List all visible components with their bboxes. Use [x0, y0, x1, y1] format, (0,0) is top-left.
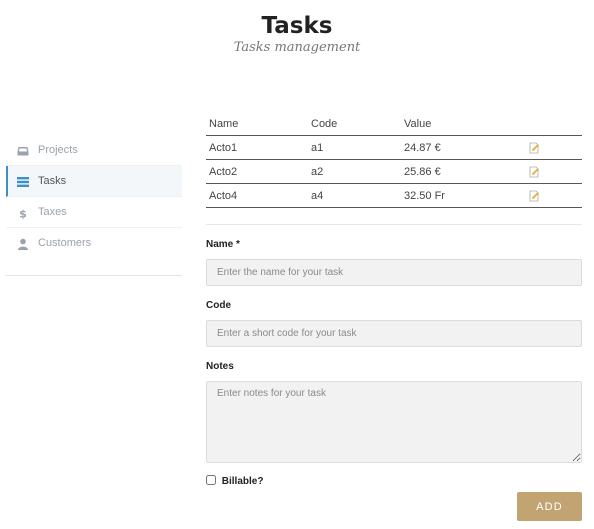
- sidebar-item-projects[interactable]: Projects: [6, 135, 182, 166]
- sidebar-item-label: Tasks: [38, 175, 67, 187]
- cell-code: a2: [308, 159, 401, 184]
- sidebar-item-label: Customers: [38, 237, 92, 249]
- cell-value: 24.87 €: [401, 135, 526, 160]
- cell-code: a4: [308, 183, 401, 208]
- edit-icon[interactable]: [529, 190, 540, 202]
- main-content: Name Code Value Acto1 a1 24.87 € Acto2 a…: [206, 113, 582, 521]
- billable-row: Billable?: [206, 475, 582, 489]
- cell-value: 25.86 €: [401, 159, 526, 184]
- page-subtitle: Tasks management: [233, 40, 361, 55]
- column-header-code: Code: [308, 113, 401, 136]
- inbox-icon: [17, 147, 29, 156]
- cell-name: Acto4: [206, 183, 308, 208]
- list-icon: [17, 177, 29, 187]
- dollar-icon: $: [19, 208, 27, 220]
- edit-icon[interactable]: [529, 166, 540, 178]
- sidebar-item-tasks[interactable]: Tasks: [6, 166, 182, 197]
- sidebar-item-label: Taxes: [38, 206, 67, 218]
- notes-textarea[interactable]: [206, 381, 582, 463]
- cell-actions: [526, 183, 582, 208]
- cell-value: 32.50 Fr: [401, 183, 526, 208]
- cell-name: Acto1: [206, 135, 308, 160]
- sidebar: Projects Tasks $ Taxes Customers: [6, 135, 182, 276]
- cell-name: Acto2: [206, 159, 308, 184]
- sidebar-item-taxes[interactable]: $ Taxes: [6, 197, 182, 228]
- column-header-actions: [526, 113, 582, 136]
- user-icon: [18, 238, 28, 250]
- name-input[interactable]: [206, 259, 582, 286]
- table-row[interactable]: Acto1 a1 24.87 €: [206, 135, 582, 160]
- table-row[interactable]: Acto4 a4 32.50 Fr: [206, 183, 582, 208]
- code-label: Code: [206, 300, 231, 311]
- task-form: Name * Code Notes Billable? ADD: [206, 239, 582, 521]
- cell-actions: [526, 135, 582, 160]
- divider: [206, 224, 582, 225]
- code-input[interactable]: [206, 320, 582, 347]
- table-row[interactable]: Acto2 a2 25.86 €: [206, 159, 582, 184]
- edit-icon[interactable]: [529, 142, 540, 154]
- page-title: Tasks: [261, 13, 333, 39]
- notes-label: Notes: [206, 361, 234, 372]
- tasks-table: Name Code Value Acto1 a1 24.87 € Acto2 a…: [206, 113, 582, 208]
- cell-actions: [526, 159, 582, 184]
- svg-text:$: $: [19, 208, 27, 220]
- billable-checkbox[interactable]: [206, 475, 216, 485]
- cell-code: a1: [308, 135, 401, 160]
- page-header: Tasks Tasks management: [0, 12, 594, 56]
- table-header-row: Name Code Value: [206, 113, 582, 136]
- column-header-value: Value: [401, 113, 526, 136]
- billable-label: Billable?: [221, 476, 264, 487]
- add-button[interactable]: ADD: [517, 492, 582, 521]
- column-header-name: Name: [206, 113, 308, 136]
- name-label: Name *: [206, 239, 240, 250]
- sidebar-item-label: Projects: [38, 144, 78, 156]
- sidebar-item-customers[interactable]: Customers: [6, 228, 182, 259]
